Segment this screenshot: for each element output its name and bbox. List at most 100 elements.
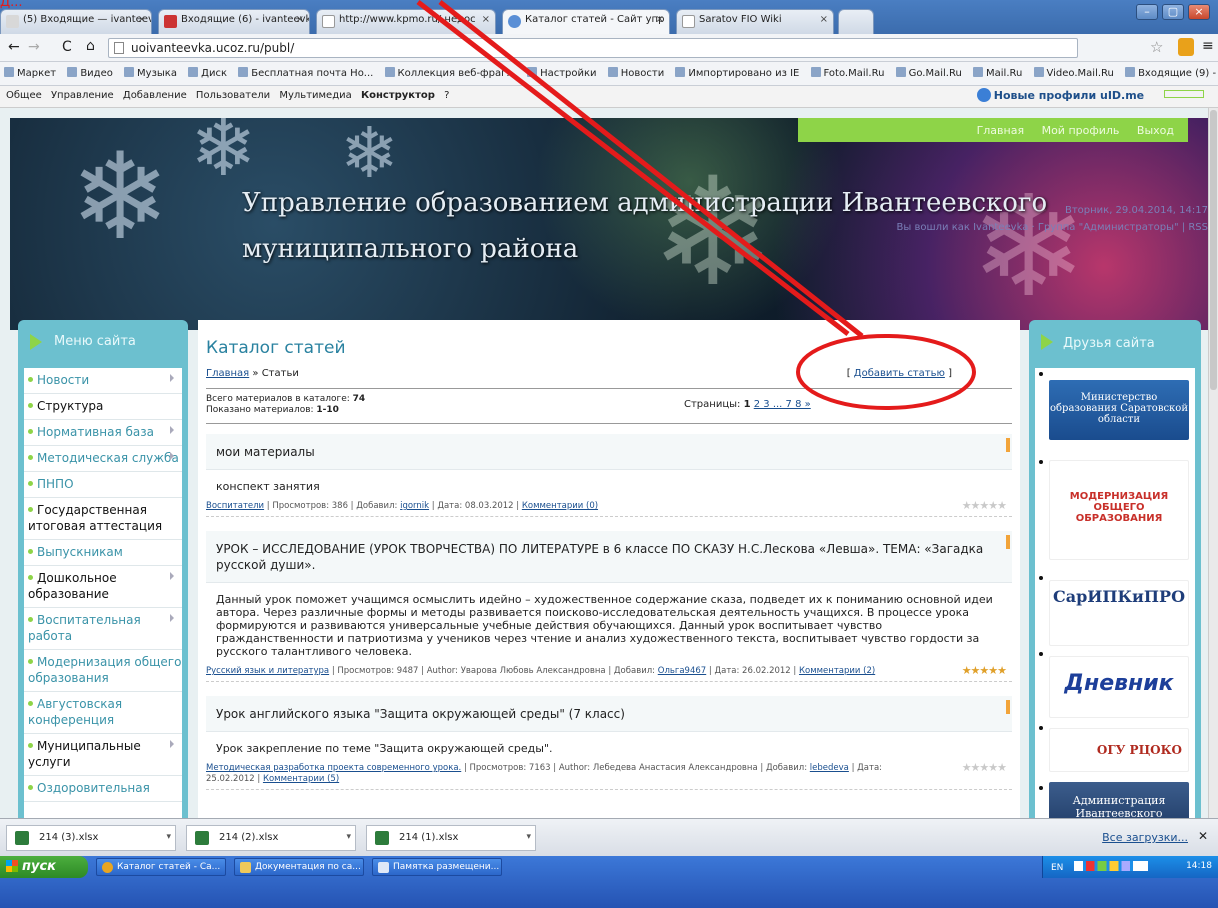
bookmark-item[interactable]: Музыка — [120, 62, 181, 79]
bookmark-item[interactable]: Видео — [63, 62, 117, 79]
rating-stars-icon[interactable]: ★★★★★ — [962, 665, 1007, 676]
nav-profile[interactable]: Мой профиль — [1042, 124, 1120, 137]
uid-profiles-link[interactable]: Новые профили uID.me — [976, 88, 1210, 102]
article-comments[interactable]: Комментарии (2) — [799, 666, 875, 676]
friend-link[interactable]: МОДЕРНИЗАЦИЯ ОБЩЕГО ОБРАЗОВАНИЯ — [1049, 460, 1189, 560]
bookmark-item[interactable]: Диск — [184, 62, 231, 79]
help-icon[interactable]: ? — [444, 90, 449, 101]
article-author[interactable]: Ольга9467 — [658, 666, 706, 676]
bookmark-item[interactable]: Импортировано из IE — [671, 62, 803, 79]
toggle-icon[interactable] — [1164, 90, 1204, 98]
close-icon[interactable]: ✕ — [1198, 829, 1208, 843]
download-item[interactable]: 214 (3).xlsx ▾ — [6, 825, 176, 851]
home-icon[interactable]: ⌂ — [86, 38, 95, 54]
menu-item-structure[interactable]: Структура — [24, 394, 182, 420]
reload-icon[interactable]: C — [62, 39, 72, 55]
article-category[interactable]: Русский язык и литература — [206, 666, 329, 676]
maximize-icon[interactable]: ▢ — [1162, 4, 1184, 20]
close-tab-icon[interactable]: × — [656, 14, 664, 25]
menu-item-upbringing[interactable]: Воспитательная работа — [24, 608, 182, 650]
article-title[interactable]: мои материалы — [206, 434, 1012, 470]
close-tab-icon[interactable]: × — [138, 14, 146, 25]
menu-item-preschool[interactable]: Дошкольное образование — [24, 566, 182, 608]
ucoz-menu-item[interactable]: Управление — [51, 90, 114, 101]
edit-marker-icon[interactable] — [1006, 438, 1010, 452]
bookmark-item[interactable]: Mail.Ru — [969, 62, 1026, 79]
menu-item-methodical[interactable]: Методическая служба — [24, 446, 182, 472]
edit-marker-icon[interactable] — [1006, 535, 1010, 549]
dropdown-icon[interactable]: ▾ — [346, 832, 351, 842]
close-window-icon[interactable]: × — [1188, 4, 1210, 20]
bookmark-item[interactable]: Foto.Mail.Ru — [807, 62, 889, 79]
new-tab-button[interactable] — [838, 9, 874, 34]
add-article-link[interactable]: Добавить статью — [854, 368, 945, 379]
extension-icon[interactable] — [1178, 38, 1194, 56]
menu-item-health[interactable]: Оздоровительная — [24, 776, 182, 802]
friend-link[interactable]: Дневник — [1049, 656, 1189, 718]
rating-stars-icon[interactable]: ★★★★★ — [962, 762, 1007, 773]
taskbar-item[interactable]: Документация по са... — [234, 858, 364, 876]
all-downloads-link[interactable]: Все загрузки... — [1102, 831, 1188, 844]
back-icon[interactable]: ← — [8, 39, 20, 55]
ucoz-menu-item[interactable]: Добавление — [123, 90, 187, 101]
language-indicator[interactable]: EN — [1051, 863, 1063, 873]
bookmark-item[interactable]: Go.Mail.Ru — [892, 62, 966, 79]
page-links[interactable]: 2 3 ... 7 8 » — [754, 399, 811, 410]
dropdown-icon[interactable]: ▾ — [526, 832, 531, 842]
download-item[interactable]: 214 (2).xlsx ▾ — [186, 825, 356, 851]
url-input[interactable]: uoivanteevka.ucoz.ru/publ/ — [108, 38, 1078, 58]
menu-item-modernization[interactable]: Модернизация общего образования — [24, 650, 182, 692]
menu-item-normative[interactable]: Нормативная база — [24, 420, 182, 446]
menu-item-news[interactable]: Новости — [24, 368, 182, 394]
nav-home[interactable]: Главная — [977, 124, 1025, 137]
ucoz-menu-item[interactable]: Пользователи — [196, 90, 270, 101]
bookmark-item[interactable]: Video.Mail.Ru — [1030, 62, 1118, 79]
menu-item-august-conference[interactable]: Августовская конференция — [24, 692, 182, 734]
browser-tab-active[interactable]: Каталог статей - Сайт упр × — [502, 9, 670, 34]
article-title[interactable]: Урок английского языка "Защита окружающе… — [206, 696, 1012, 732]
start-button[interactable]: пуск — [0, 856, 88, 878]
close-tab-icon[interactable]: × — [820, 14, 828, 25]
browser-tab[interactable]: http://www.kpmo.ru/ недос × — [316, 9, 496, 34]
browser-tab[interactable]: Saratov FIO Wiki × — [676, 9, 834, 34]
ucoz-menu-item[interactable]: Общее — [6, 90, 42, 101]
friend-link[interactable]: ОГУ РЦОКО — [1049, 728, 1189, 772]
close-tab-icon[interactable]: × — [296, 14, 304, 25]
taskbar-item[interactable]: Каталог статей - Са... — [96, 858, 226, 876]
article-category[interactable]: Методическая разработка проекта современ… — [206, 763, 461, 773]
minimize-icon[interactable]: – — [1136, 4, 1158, 20]
nav-logout[interactable]: Выход — [1137, 124, 1174, 137]
menu-icon[interactable]: ≡ — [1202, 38, 1214, 54]
forward-icon[interactable]: → — [28, 39, 40, 55]
article-author[interactable]: lebedeva — [810, 763, 849, 773]
friend-link[interactable]: Министерство образования Саратовской обл… — [1049, 380, 1189, 440]
star-icon[interactable]: ☆ — [1150, 38, 1163, 56]
page-scrollbar[interactable] — [1208, 108, 1218, 818]
article-category[interactable]: Воспитатели — [206, 501, 264, 511]
bookmark-item[interactable]: Новости — [604, 62, 668, 79]
download-item[interactable]: 214 (1).xlsx ▾ — [366, 825, 536, 851]
ucoz-menu-item-active[interactable]: Конструктор — [361, 90, 435, 101]
bookmark-item[interactable]: Коллекция веб-фраг... — [381, 62, 520, 79]
bookmark-item[interactable]: Входящие (9) - ivant... — [1121, 62, 1218, 79]
friend-link[interactable]: СарИПКиПРО — [1049, 580, 1189, 646]
edit-marker-icon[interactable] — [1006, 700, 1010, 714]
article-author[interactable]: igornik — [400, 501, 429, 511]
article-comments[interactable]: Комментарии (0) — [522, 501, 598, 511]
rating-stars-icon[interactable]: ★★★★★ — [962, 500, 1007, 511]
article-comments[interactable]: Комментарии (5) — [263, 774, 339, 784]
bookmark-item[interactable]: Настройки — [523, 62, 600, 79]
bookmark-item[interactable]: Бесплатная почта Но... — [234, 62, 377, 79]
close-tab-icon[interactable]: × — [482, 14, 490, 25]
dropdown-icon[interactable]: ▾ — [166, 832, 171, 842]
taskbar-item[interactable]: Памятка размещени... — [372, 858, 502, 876]
breadcrumb-home[interactable]: Главная — [206, 368, 249, 379]
menu-item-gia[interactable]: Государственная итоговая аттестация — [24, 498, 182, 540]
bookmark-item[interactable]: Маркет — [0, 62, 60, 79]
menu-item-municipal-services[interactable]: Муниципальные услуги — [24, 734, 182, 776]
ucoz-menu-item[interactable]: Мультимедиа — [279, 90, 351, 101]
scrollbar-thumb[interactable] — [1210, 110, 1217, 390]
menu-item-pnpo[interactable]: ПНПО — [24, 472, 182, 498]
article-title[interactable]: УРОК – ИССЛЕДОВАНИЕ (УРОК ТВОРЧЕСТВА) ПО… — [206, 531, 1012, 583]
tray-icons[interactable] — [1074, 861, 1149, 871]
